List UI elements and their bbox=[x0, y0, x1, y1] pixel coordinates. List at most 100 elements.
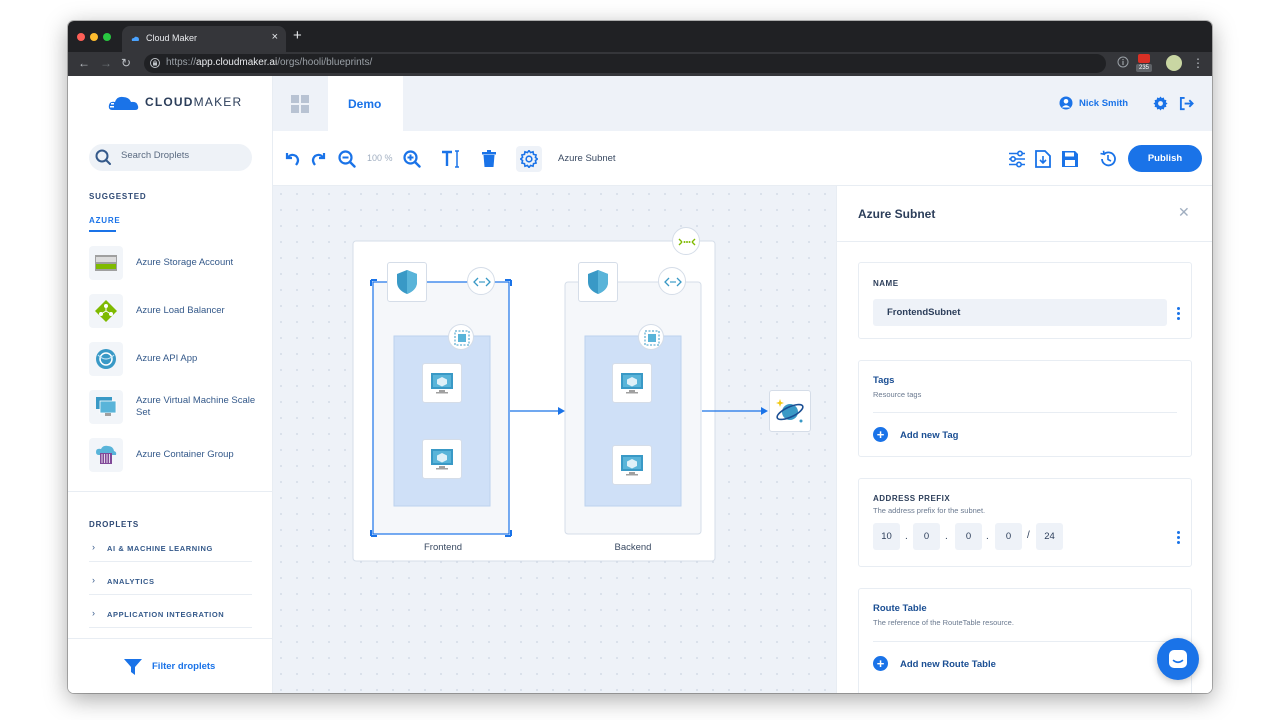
info-icon[interactable] bbox=[1117, 56, 1129, 68]
browser-tab[interactable]: Cloud Maker × bbox=[122, 26, 286, 52]
octet-3-input[interactable]: 0 bbox=[955, 523, 982, 550]
filter-icon[interactable] bbox=[123, 658, 143, 676]
reload-button[interactable]: ↻ bbox=[121, 56, 131, 70]
add-tag-icon[interactable]: + bbox=[873, 427, 888, 442]
category-label: ANALYTICS bbox=[107, 577, 155, 586]
undo-icon[interactable] bbox=[283, 150, 301, 168]
settings-toggle-button[interactable] bbox=[516, 146, 542, 172]
zoom-out-icon[interactable] bbox=[338, 150, 356, 168]
address-prefix-card: ADDRESS PREFIX The address prefix for th… bbox=[858, 478, 1192, 567]
url-path: /orgs/hooli/blueprints/ bbox=[277, 57, 373, 68]
octet-separator: . bbox=[905, 531, 908, 542]
frontend-subnet-label: Frontend bbox=[423, 542, 463, 553]
new-tab-button[interactable]: + bbox=[293, 27, 302, 44]
sidebar-divider bbox=[68, 491, 273, 492]
storage-account-icon bbox=[89, 246, 123, 280]
search-input[interactable] bbox=[121, 150, 246, 161]
gear-icon[interactable] bbox=[1153, 96, 1168, 111]
text-tool-icon[interactable] bbox=[441, 150, 461, 168]
chat-launcher-button[interactable] bbox=[1157, 638, 1199, 680]
chat-icon bbox=[1169, 650, 1187, 668]
tags-subtitle: Resource tags bbox=[873, 390, 922, 399]
address-more-icon[interactable] bbox=[1173, 529, 1183, 546]
droplets-label: DROPLETS bbox=[89, 520, 139, 529]
close-window-button[interactable] bbox=[77, 33, 85, 41]
browser-menu-icon[interactable]: ⋮ bbox=[1192, 56, 1204, 70]
chevron-right-icon: › bbox=[92, 542, 95, 552]
trash-icon[interactable] bbox=[481, 150, 497, 168]
route-table-subtitle: The reference of the RouteTable resource… bbox=[873, 618, 1014, 627]
category-ai-machine-learning[interactable]: › AI & MACHINE LEARNING bbox=[89, 535, 252, 562]
droplet-azure-api-app[interactable]: Azure API App bbox=[89, 342, 264, 378]
virtual-machine-icon[interactable] bbox=[422, 363, 462, 403]
subnet-endpoint-icon[interactable] bbox=[658, 267, 686, 295]
scale-set-badge-icon[interactable] bbox=[638, 324, 664, 350]
droplet-azure-container-group[interactable]: Azure Container Group bbox=[89, 438, 264, 474]
search-box[interactable] bbox=[89, 144, 252, 171]
tab-demo-label: Demo bbox=[348, 97, 382, 111]
name-more-icon[interactable] bbox=[1173, 305, 1183, 322]
address-prefix-subtitle: The address prefix for the subnet. bbox=[873, 506, 986, 515]
minimize-window-button[interactable] bbox=[90, 33, 98, 41]
download-icon[interactable] bbox=[1035, 150, 1051, 168]
logout-icon[interactable] bbox=[1179, 96, 1194, 111]
prefix-length-input[interactable]: 24 bbox=[1036, 523, 1063, 550]
history-icon[interactable] bbox=[1099, 150, 1117, 168]
nsg-shield-icon[interactable] bbox=[387, 262, 427, 302]
droplet-azure-storage-account[interactable]: Azure Storage Account bbox=[89, 246, 264, 282]
diagram bbox=[352, 240, 768, 562]
load-balancer-icon bbox=[89, 294, 123, 328]
octet-4-input[interactable]: 0 bbox=[995, 523, 1022, 550]
api-app-icon bbox=[89, 342, 123, 376]
tab-close-icon[interactable]: × bbox=[272, 31, 278, 43]
prefix-slash: / bbox=[1027, 530, 1030, 541]
octet-1-input[interactable]: 10 bbox=[873, 523, 900, 550]
tags-title: Tags bbox=[873, 375, 895, 386]
tab-azure[interactable]: AZURE bbox=[89, 216, 121, 225]
add-tag-button[interactable]: Add new Tag bbox=[900, 430, 958, 441]
virtual-machine-icon[interactable] bbox=[422, 439, 462, 479]
save-icon[interactable] bbox=[1061, 150, 1079, 168]
profile-avatar[interactable] bbox=[1166, 55, 1182, 71]
droplet-azure-load-balancer[interactable]: Azure Load Balancer bbox=[89, 294, 264, 330]
virtual-machine-icon[interactable] bbox=[612, 363, 652, 403]
vnet-peering-icon[interactable] bbox=[672, 227, 700, 255]
droplet-azure-vm-scale-set[interactable]: Azure Virtual Machine Scale Set bbox=[89, 390, 264, 426]
scale-set-badge-icon[interactable] bbox=[448, 324, 474, 350]
extension-icon[interactable]: 235 bbox=[1136, 54, 1152, 72]
zoom-in-icon[interactable] bbox=[403, 150, 421, 168]
virtual-machine-icon[interactable] bbox=[612, 445, 652, 485]
browser-tab-title: Cloud Maker bbox=[146, 33, 198, 43]
blueprint-canvas[interactable]: Frontend Backend bbox=[273, 186, 836, 693]
forward-button[interactable]: → bbox=[100, 56, 112, 70]
add-route-table-icon[interactable]: + bbox=[873, 656, 888, 671]
octet-separator: . bbox=[986, 531, 989, 542]
droplet-label: Azure Container Group bbox=[136, 449, 234, 460]
nsg-shield-icon[interactable] bbox=[578, 262, 618, 302]
droplet-label: Azure Virtual Machine Scale Set bbox=[136, 395, 256, 418]
name-field[interactable] bbox=[873, 299, 1167, 326]
cosmos-db-icon[interactable] bbox=[769, 390, 811, 432]
category-application-integration[interactable]: › APPLICATION INTEGRATION bbox=[89, 601, 252, 628]
route-table-card: Route Table The reference of the RouteTa… bbox=[858, 588, 1192, 693]
selected-resource-label: Azure Subnet bbox=[558, 153, 616, 164]
tab-demo[interactable]: Demo bbox=[328, 76, 403, 131]
maximize-window-button[interactable] bbox=[103, 33, 111, 41]
publish-button[interactable]: Publish bbox=[1128, 145, 1202, 172]
lock-icon bbox=[150, 58, 160, 68]
back-button[interactable]: ← bbox=[78, 56, 90, 70]
subnet-endpoint-icon[interactable] bbox=[467, 267, 495, 295]
address-bar[interactable]: https://app.cloudmaker.ai/orgs/hooli/blu… bbox=[144, 54, 1106, 73]
user-icon[interactable] bbox=[1059, 96, 1073, 110]
close-icon[interactable]: ✕ bbox=[1178, 204, 1190, 221]
filter-droplets-button[interactable]: Filter droplets bbox=[152, 661, 215, 672]
editor-toolbar: 100 % Azure Subnet Publish bbox=[273, 131, 1212, 186]
user-name[interactable]: Nick Smith bbox=[1079, 98, 1128, 109]
octet-2-input[interactable]: 0 bbox=[913, 523, 940, 550]
tab-azure-underline bbox=[89, 230, 116, 232]
sliders-icon[interactable] bbox=[1008, 150, 1026, 168]
redo-icon[interactable] bbox=[310, 150, 328, 168]
add-route-table-button[interactable]: Add new Route Table bbox=[900, 659, 996, 670]
dashboard-grid-icon[interactable] bbox=[291, 95, 309, 113]
category-analytics[interactable]: › ANALYTICS bbox=[89, 568, 252, 595]
